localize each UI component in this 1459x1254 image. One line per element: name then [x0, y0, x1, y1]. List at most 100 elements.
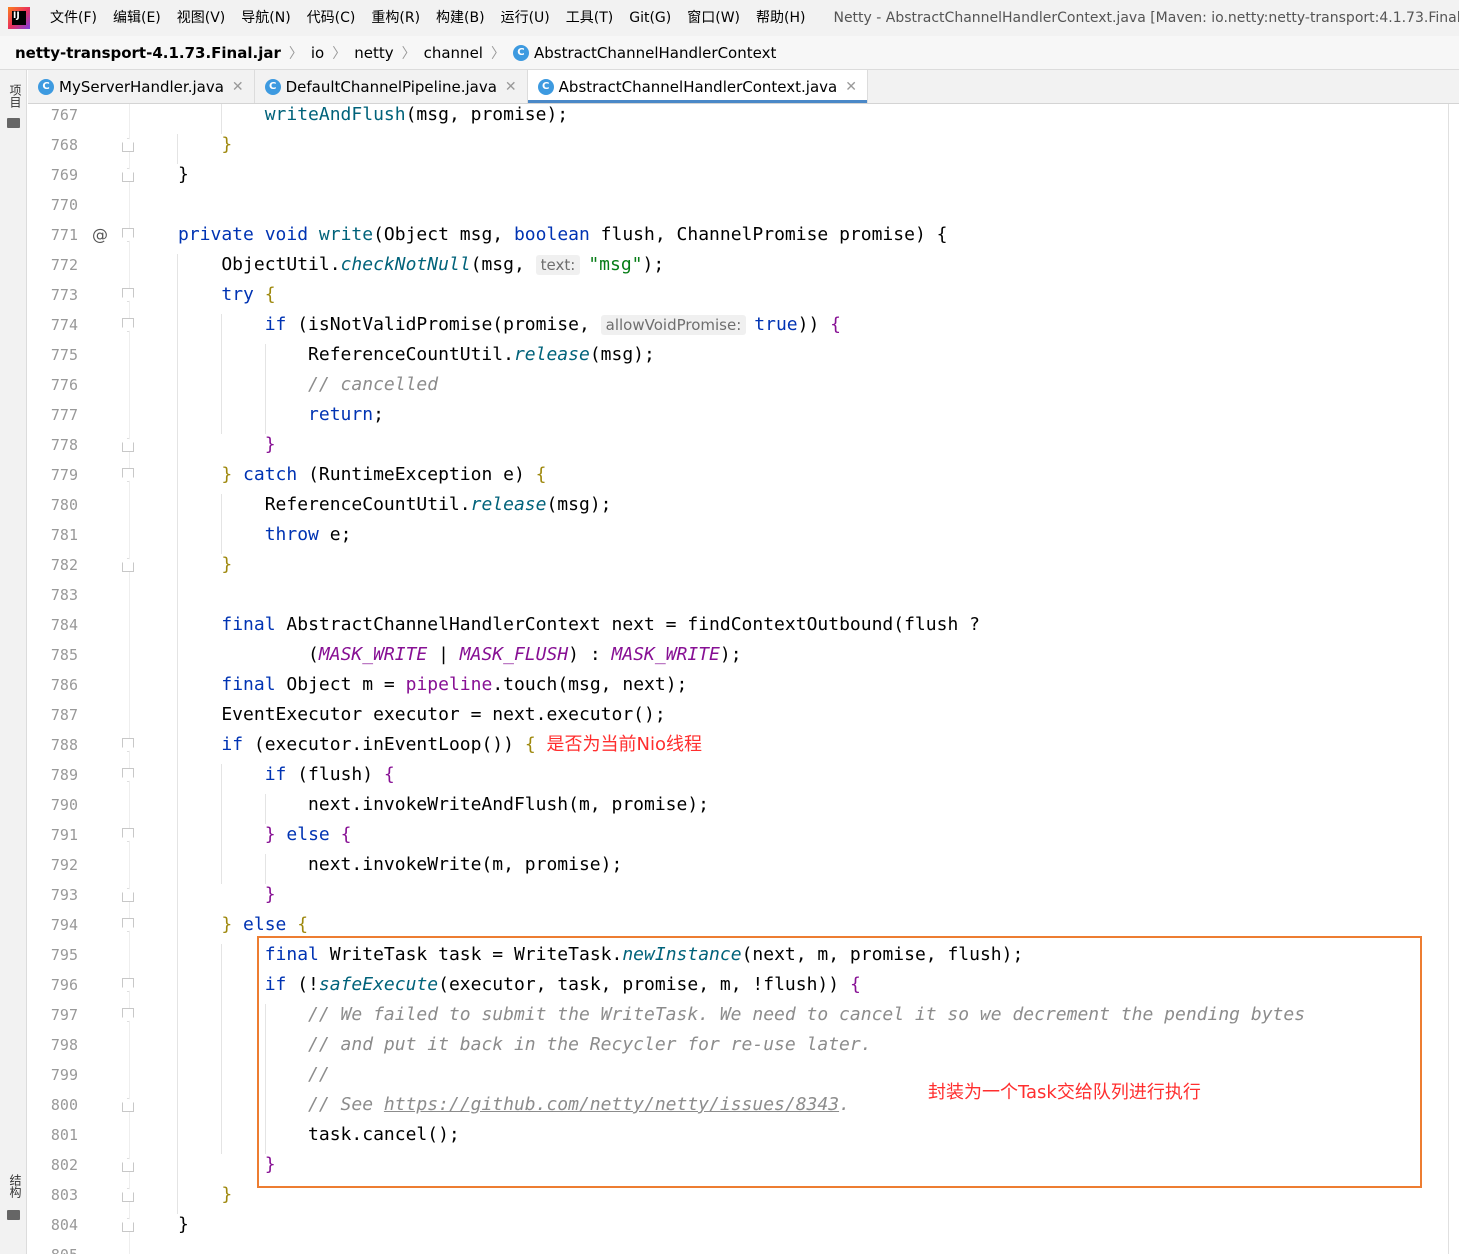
structure-tool-button[interactable]: 结构 — [7, 1174, 24, 1198]
code-line[interactable]: 768 } — [28, 130, 1448, 160]
breadcrumb-package-channel[interactable]: channel — [424, 44, 483, 62]
code-line[interactable]: 779 } catch (RuntimeException e) { — [28, 460, 1448, 490]
close-icon[interactable]: ✕ — [232, 79, 244, 95]
line-number: 795 — [50, 946, 78, 964]
code-line[interactable]: 787 EventExecutor executor = next.execut… — [28, 700, 1448, 730]
fold-start-icon[interactable] — [122, 918, 134, 932]
fold-start-icon[interactable] — [122, 738, 134, 752]
code-editor[interactable]: 767 writeAndFlush(msg, promise); 768 } 7… — [28, 104, 1459, 1254]
fold-end-icon[interactable] — [122, 168, 134, 182]
menu-tools[interactable]: 工具(T) — [558, 0, 621, 36]
structure-icon[interactable] — [7, 1210, 20, 1220]
line-number: 791 — [50, 826, 78, 844]
fold-end-icon[interactable] — [122, 558, 134, 572]
code-line[interactable]: 774 if (isNotValidPromise(promise, allow… — [28, 310, 1448, 340]
code-line[interactable]: 790 next.invokeWriteAndFlush(m, promise)… — [28, 790, 1448, 820]
code-line[interactable]: 789 if (flush) { — [28, 760, 1448, 790]
line-number: 777 — [50, 406, 78, 424]
code-text: ReferenceCountUtil.release(msg); — [178, 344, 655, 365]
fold-end-icon[interactable] — [122, 138, 134, 152]
menu-edit[interactable]: 编辑(E) — [105, 0, 169, 36]
fold-start-icon[interactable] — [122, 228, 134, 242]
code-text: next.invokeWriteAndFlush(m, promise); — [178, 794, 710, 815]
menu-refactor[interactable]: 重构(R) — [363, 0, 428, 36]
code-line[interactable]: 805 — [28, 1240, 1448, 1254]
menu-help[interactable]: 帮助(H) — [748, 0, 813, 36]
fold-start-icon[interactable] — [122, 828, 134, 842]
code-line[interactable]: 771 @ private void write(Object msg, boo… — [28, 220, 1448, 250]
code-line[interactable]: 804 } — [28, 1210, 1448, 1240]
parameter-hint: allowVoidPromise: — [600, 315, 747, 335]
code-text: } — [221, 554, 233, 575]
code-text: } — [264, 434, 276, 455]
fold-end-icon[interactable] — [122, 438, 134, 452]
code-line[interactable]: 773 try { — [28, 280, 1448, 310]
code-line[interactable]: 792 next.invokeWrite(m, promise); — [28, 850, 1448, 880]
code-text: } — [221, 134, 233, 155]
code-text: final Object m = pipeline.touch(msg, nex… — [221, 674, 688, 695]
fold-start-icon[interactable] — [122, 978, 134, 992]
code-line[interactable]: 767 writeAndFlush(msg, promise); — [28, 104, 1448, 130]
fold-start-icon[interactable] — [122, 318, 134, 332]
breadcrumb-jar[interactable]: netty-transport-4.1.73.Final.jar — [15, 44, 281, 62]
menu-build[interactable]: 构建(B) — [428, 0, 493, 36]
fold-start-icon[interactable] — [122, 1008, 134, 1022]
line-number: 790 — [50, 796, 78, 814]
fold-start-icon[interactable] — [122, 768, 134, 782]
tab-abstractchannelhandlercontext[interactable]: C AbstractChannelHandlerContext.java ✕ — [527, 70, 868, 103]
breadcrumb-package-io[interactable]: io — [311, 44, 324, 62]
menu-git[interactable]: Git(G) — [621, 0, 679, 36]
code-line[interactable]: 781 throw e; — [28, 520, 1448, 550]
highlight-box — [257, 936, 1422, 1188]
fold-end-icon[interactable] — [122, 1158, 134, 1172]
line-number: 784 — [50, 616, 78, 634]
code-line[interactable]: 769 } — [28, 160, 1448, 190]
code-line[interactable]: 782 } — [28, 550, 1448, 580]
code-line[interactable]: 775 ReferenceCountUtil.release(msg); — [28, 340, 1448, 370]
fold-end-icon[interactable] — [122, 1218, 134, 1232]
menu-file[interactable]: 文件(F) — [42, 0, 105, 36]
menu-view[interactable]: 视图(V) — [169, 0, 234, 36]
breadcrumb-package-netty[interactable]: netty — [354, 44, 393, 62]
code-line[interactable]: 780 ReferenceCountUtil.release(msg); — [28, 490, 1448, 520]
override-marker-icon[interactable]: @ — [92, 220, 108, 250]
code-text: return; — [308, 404, 384, 425]
line-number: 778 — [50, 436, 78, 454]
close-icon[interactable]: ✕ — [845, 79, 857, 95]
line-number: 771 — [50, 226, 78, 244]
breadcrumb-class[interactable]: AbstractChannelHandlerContext — [534, 44, 776, 62]
close-icon[interactable]: ✕ — [505, 79, 517, 95]
code-line[interactable]: 784 final AbstractChannelHandlerContext … — [28, 610, 1448, 640]
fold-end-icon[interactable] — [122, 1188, 134, 1202]
fold-end-icon[interactable] — [122, 888, 134, 902]
line-number: 792 — [50, 856, 78, 874]
fold-start-icon[interactable] — [122, 468, 134, 482]
code-line[interactable]: 776 // cancelled — [28, 370, 1448, 400]
code-line[interactable]: 793 } — [28, 880, 1448, 910]
breadcrumb-separator: 〉 — [332, 45, 347, 62]
code-line[interactable]: 783 — [28, 580, 1448, 610]
menu-run[interactable]: 运行(U) — [493, 0, 558, 36]
code-text: try { — [221, 284, 276, 305]
menu-code[interactable]: 代码(C) — [299, 0, 364, 36]
code-line[interactable]: 786 final Object m = pipeline.touch(msg,… — [28, 670, 1448, 700]
code-line[interactable]: 788 if (executor.inEventLoop()) { 是否为当前N… — [28, 730, 1448, 760]
menu-window[interactable]: 窗口(W) — [679, 0, 748, 36]
project-tool-button[interactable]: 项目 — [7, 84, 24, 108]
code-line[interactable]: 777 return; — [28, 400, 1448, 430]
menu-navigate[interactable]: 导航(N) — [233, 0, 298, 36]
line-number: 776 — [50, 376, 78, 394]
code-line[interactable]: 785 (MASK_WRITE | MASK_FLUSH) : MASK_WRI… — [28, 640, 1448, 670]
code-line[interactable]: 791 } else { — [28, 820, 1448, 850]
code-line[interactable]: 778 } — [28, 430, 1448, 460]
code-line[interactable]: 772 ObjectUtil.checkNotNull(msg, text: "m… — [28, 250, 1448, 280]
tab-myserverhandler[interactable]: C MyServerHandler.java ✕ — [28, 70, 255, 103]
tab-defaultchannelpipeline[interactable]: C DefaultChannelPipeline.java ✕ — [255, 70, 528, 103]
line-number: 779 — [50, 466, 78, 484]
folder-icon[interactable] — [7, 118, 20, 128]
code-line[interactable]: 770 — [28, 190, 1448, 220]
line-number: 773 — [50, 286, 78, 304]
annotation-task-queue: 封装为一个Task交给队列进行执行 — [928, 1082, 1201, 1103]
fold-end-icon[interactable] — [122, 1098, 134, 1112]
fold-start-icon[interactable] — [122, 288, 134, 302]
